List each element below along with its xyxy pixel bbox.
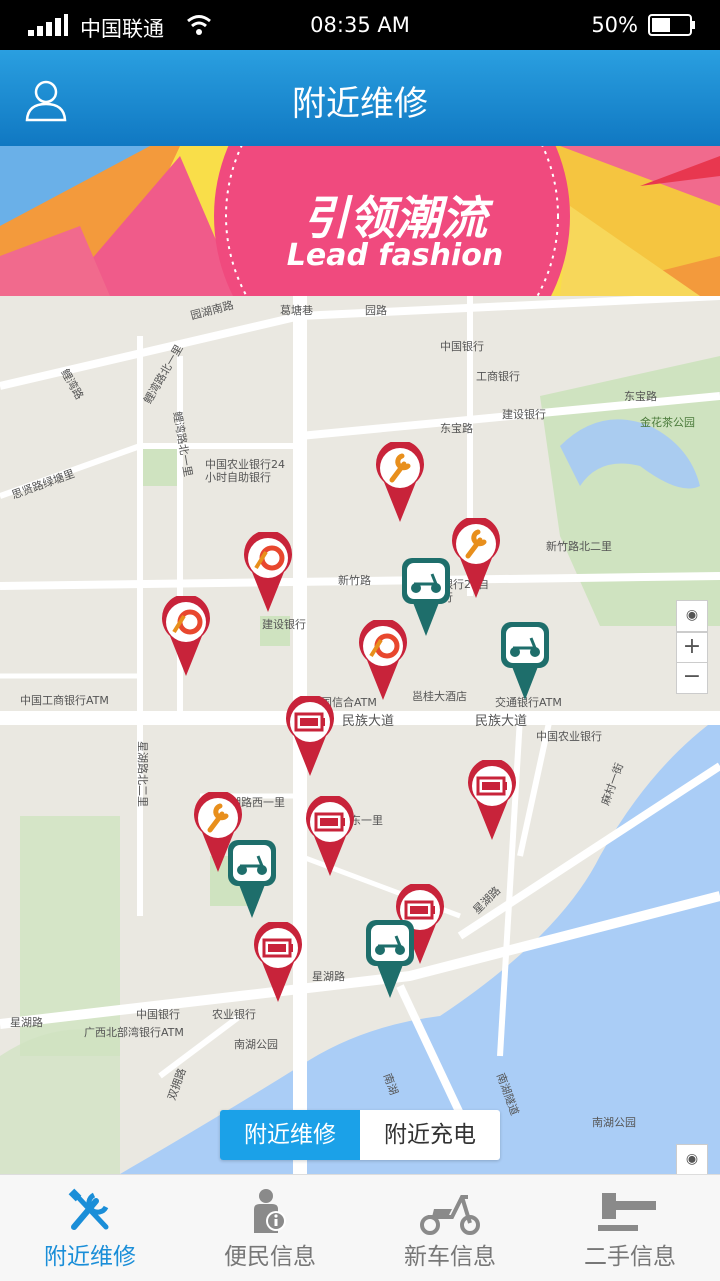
tab-label: 二手信息: [584, 1244, 676, 1270]
locate-me-button[interactable]: ◉: [676, 600, 708, 632]
bottom-tab-bar: 附近维修 便民信息 新车信息 二手信息: [0, 1174, 720, 1281]
tab-local-info[interactable]: 便民信息: [180, 1175, 360, 1281]
charging-station-pin[interactable]: [304, 796, 356, 876]
map-label: 南湖公园: [234, 1038, 278, 1051]
map-label: 中国工商银行ATM: [20, 694, 109, 707]
map-label: 园路: [365, 304, 387, 317]
map-label: 农业银行: [212, 1008, 256, 1021]
status-bar: 中国联通 08:35 AM 50%: [0, 0, 720, 50]
tab-label: 便民信息: [224, 1244, 316, 1270]
charging-station-pin[interactable]: [252, 922, 304, 1002]
map-mode-toggle: 附近维修 附近充电: [220, 1110, 500, 1160]
map-label: 新竹路: [338, 574, 371, 587]
promo-banner[interactable]: 引领潮流 Lead fashion: [0, 146, 720, 296]
wrench-screwdriver-icon: [68, 1188, 109, 1230]
tab-label: 新车信息: [404, 1244, 496, 1270]
map-label: 金花茶公园: [640, 416, 695, 429]
map-label: 新竹路北二里: [546, 540, 612, 553]
battery-percent: 50%: [591, 13, 638, 37]
map-label: 星湖路: [10, 1016, 43, 1029]
zoom-out-button[interactable]: −: [676, 662, 708, 694]
map-label: 民族大道: [342, 714, 395, 729]
tab-new-vehicles[interactable]: 新车信息: [360, 1175, 540, 1281]
map-view[interactable]: 园湖南路 葛塘巷 园路 中国银行 工商银行 建设银行 东宝路 东宝路 金花茶公园…: [0, 296, 720, 1174]
scooter-dealer-pin[interactable]: [364, 918, 416, 998]
scooter-dealer-pin[interactable]: [400, 556, 452, 636]
toggle-nearby-charging[interactable]: 附近充电: [360, 1110, 500, 1160]
map-label: 民族大道: [475, 714, 528, 729]
map-label: 中国农业银行: [536, 730, 602, 743]
scooter-icon: [420, 1195, 480, 1235]
app-header: 附近维修: [0, 50, 720, 146]
repair-shop-pin[interactable]: [374, 442, 426, 522]
person-info-icon: [254, 1189, 286, 1233]
map-label: 葛塘巷: [280, 304, 313, 317]
scooter-dealer-pin[interactable]: [226, 838, 278, 918]
map-label: 中国银行: [440, 340, 484, 353]
map-label: 建设银行: [502, 408, 546, 421]
charging-station-pin[interactable]: [284, 696, 336, 776]
map-label: 星湖路: [312, 970, 345, 983]
map-base: [0, 296, 720, 1174]
auction-gavel-icon: [598, 1193, 656, 1231]
compass-button[interactable]: ◉: [676, 1144, 708, 1174]
charging-station-pin[interactable]: [466, 760, 518, 840]
page-title: 附近维修: [292, 84, 428, 124]
rescue-service-pin[interactable]: [160, 596, 212, 676]
scooter-dealer-pin[interactable]: [499, 620, 551, 700]
map-label: 广西北部湾银行ATM: [84, 1026, 184, 1039]
tab-label: 附近维修: [44, 1244, 136, 1270]
banner-subline: Lead fashion: [286, 238, 504, 273]
map-label: 建设银行: [262, 618, 306, 631]
rescue-service-pin[interactable]: [242, 532, 294, 612]
map-label: 中国银行: [136, 1008, 180, 1021]
battery-icon: [648, 14, 695, 36]
map-label: 中国农业银行24小时自助银行: [205, 458, 285, 484]
map-label: 东宝路: [624, 390, 657, 403]
zoom-in-button[interactable]: +: [676, 632, 708, 664]
map-label: 工商银行: [476, 370, 520, 383]
map-label: 东宝路: [440, 422, 473, 435]
tab-nearby-repair[interactable]: 附近维修: [0, 1175, 180, 1281]
tab-second-hand[interactable]: 二手信息: [540, 1175, 720, 1281]
map-label: 南湖公园: [592, 1116, 636, 1129]
toggle-nearby-repair[interactable]: 附近维修: [220, 1110, 360, 1160]
map-label: 邕桂大酒店: [412, 690, 467, 703]
map-label: 星湖路北二里: [136, 741, 149, 807]
repair-shop-pin[interactable]: [450, 518, 502, 598]
